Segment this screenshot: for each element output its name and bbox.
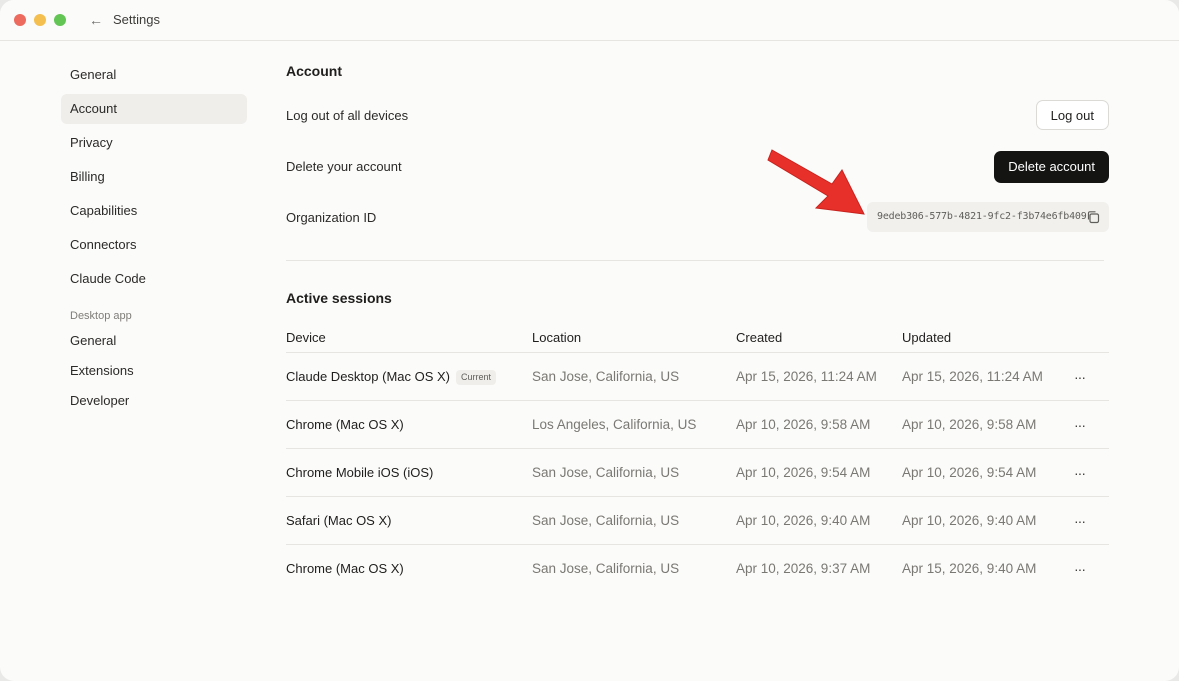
column-header-device: Device bbox=[286, 330, 326, 345]
session-created: Apr 10, 2026, 9:58 AM bbox=[736, 417, 871, 432]
section-divider bbox=[286, 260, 1104, 261]
sidebar-item-desktop-general[interactable]: General bbox=[61, 326, 247, 356]
session-updated: Apr 10, 2026, 9:58 AM bbox=[902, 417, 1037, 432]
organization-id-field[interactable]: 9edeb306-577b-4821-9fc2-f3b74e6fb409 bbox=[867, 202, 1109, 232]
back-arrow-icon[interactable]: ← bbox=[88, 11, 104, 29]
session-device: Claude Desktop (Mac OS X) bbox=[286, 369, 451, 384]
session-device: Safari (Mac OS X) bbox=[286, 513, 392, 528]
session-location: San Jose, California, US bbox=[532, 369, 680, 384]
session-location: San Jose, California, US bbox=[532, 513, 680, 528]
sidebar-item-capabilities[interactable]: Capabilities bbox=[61, 196, 247, 226]
window-title: Settings bbox=[113, 12, 160, 27]
sidebar-item-billing[interactable]: Billing bbox=[61, 162, 247, 192]
column-header-created: Created bbox=[736, 330, 783, 345]
sidebar-item-account[interactable]: Account bbox=[61, 94, 247, 124]
current-session-badge: Current bbox=[456, 370, 497, 385]
delete-account-label: Delete your account bbox=[286, 159, 402, 174]
settings-sidebar: General Account Privacy Billing Capabili… bbox=[61, 60, 247, 416]
session-location: Los Angeles, California, US bbox=[532, 417, 697, 432]
minimize-window-button[interactable] bbox=[34, 14, 46, 26]
column-header-updated: Updated bbox=[902, 330, 952, 345]
delete-account-row: Delete your account Delete account bbox=[286, 151, 1109, 183]
table-row: Chrome (Mac OS X) San Jose, California, … bbox=[286, 544, 1109, 593]
session-created: Apr 10, 2026, 9:40 AM bbox=[736, 513, 871, 528]
session-updated: Apr 15, 2026, 11:24 AM bbox=[902, 369, 1043, 384]
session-created: Apr 10, 2026, 9:37 AM bbox=[736, 561, 871, 576]
table-row: Chrome Mobile iOS (iOS) San Jose, Califo… bbox=[286, 448, 1109, 497]
close-window-button[interactable] bbox=[14, 14, 26, 26]
delete-account-button[interactable]: Delete account bbox=[994, 151, 1109, 183]
organization-id-value: 9edeb306-577b-4821-9fc2-f3b74e6fb409 bbox=[877, 211, 1087, 222]
table-row: Chrome (Mac OS X) Los Angeles, Californi… bbox=[286, 400, 1109, 449]
session-device: Chrome (Mac OS X) bbox=[286, 417, 404, 432]
sidebar-item-claude-code[interactable]: Claude Code bbox=[61, 264, 247, 294]
sidebar-item-extensions[interactable]: Extensions bbox=[61, 356, 247, 386]
sidebar-item-general[interactable]: General bbox=[61, 60, 247, 90]
logout-row: Log out of all devices Log out bbox=[286, 100, 1109, 132]
sidebar-item-connectors[interactable]: Connectors bbox=[61, 230, 247, 260]
session-created: Apr 15, 2026, 11:24 AM bbox=[736, 369, 877, 384]
settings-window: ← Settings General Account Privacy Billi… bbox=[0, 0, 1179, 681]
logout-all-devices-label: Log out of all devices bbox=[286, 108, 409, 123]
organization-id-label: Organization ID bbox=[286, 210, 377, 225]
session-device: Chrome Mobile iOS (iOS) bbox=[286, 465, 434, 480]
session-updated: Apr 10, 2026, 9:54 AM bbox=[902, 465, 1037, 480]
account-section-title: Account bbox=[286, 63, 342, 79]
zoom-window-button[interactable] bbox=[54, 14, 66, 26]
table-row: Claude Desktop (Mac OS X) Current San Jos… bbox=[286, 352, 1109, 401]
column-header-location: Location bbox=[532, 330, 582, 345]
organization-id-row: Organization ID 9edeb306-577b-4821-9fc2-… bbox=[286, 202, 1109, 234]
log-out-button[interactable]: Log out bbox=[1035, 100, 1109, 130]
sidebar-section-desktop-app: Desktop app bbox=[70, 310, 132, 322]
more-horizontal-icon[interactable]: ··· bbox=[1074, 370, 1090, 384]
session-created: Apr 10, 2026, 9:54 AM bbox=[736, 465, 871, 480]
session-location: San Jose, California, US bbox=[532, 561, 680, 576]
title-bar: ← Settings bbox=[0, 0, 1179, 41]
sidebar-item-developer[interactable]: Developer bbox=[61, 386, 247, 416]
sidebar-item-privacy[interactable]: Privacy bbox=[61, 128, 247, 158]
session-updated: Apr 10, 2026, 9:40 AM bbox=[902, 513, 1037, 528]
more-horizontal-icon[interactable]: ··· bbox=[1074, 562, 1090, 576]
more-horizontal-icon[interactable]: ··· bbox=[1074, 418, 1090, 432]
more-horizontal-icon[interactable]: ··· bbox=[1074, 514, 1090, 528]
session-location: San Jose, California, US bbox=[532, 465, 680, 480]
session-updated: Apr 15, 2026, 9:40 AM bbox=[902, 561, 1037, 576]
session-device: Chrome (Mac OS X) bbox=[286, 561, 404, 576]
copy-icon[interactable] bbox=[1086, 210, 1100, 224]
more-horizontal-icon[interactable]: ··· bbox=[1074, 466, 1090, 480]
table-row: Safari (Mac OS X) San Jose, California, … bbox=[286, 496, 1109, 545]
red-arrow-annotation bbox=[767, 149, 865, 215]
active-sessions-title: Active sessions bbox=[286, 290, 392, 306]
